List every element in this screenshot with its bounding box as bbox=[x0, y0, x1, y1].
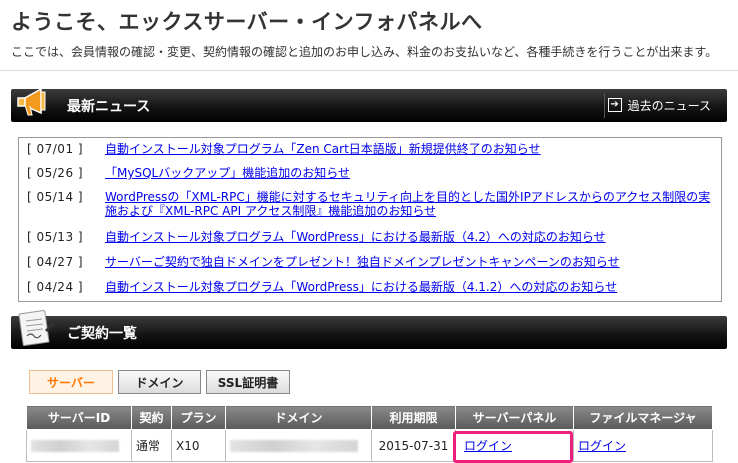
server-panel-login-link[interactable]: ログイン bbox=[464, 439, 512, 453]
news-date: [ 04/24 ] bbox=[27, 280, 84, 294]
redacted-server-id bbox=[31, 440, 119, 452]
contract-document-icon bbox=[18, 309, 55, 347]
page-description: ここでは、会員情報の確認・変更、契約情報の確認と追加のお申し込み、料金のお支払い… bbox=[11, 45, 718, 59]
tab-server[interactable]: サーバー bbox=[29, 370, 113, 394]
news-item: [ 05/14 ] WordPressの「XML-RPC」機能に対するセキュリテ… bbox=[27, 187, 713, 225]
column-header: プラン bbox=[171, 405, 226, 430]
expires-cell: 2015-07-31 bbox=[371, 429, 456, 462]
news-item: [ 04/27 ] サーバーご契約で独自ドメインをプレゼント！独自ドメインプレゼ… bbox=[27, 250, 713, 275]
news-link-line2: 施および『XML-RPC API アクセス制限』機能追加のお知らせ bbox=[105, 204, 437, 218]
contracts-header-bar: ご契約一覧 bbox=[11, 309, 727, 349]
server-panel-cell: ログイン bbox=[455, 429, 574, 462]
megaphone-icon bbox=[17, 87, 46, 116]
domain-cell bbox=[225, 429, 372, 462]
redacted-domain bbox=[230, 440, 358, 452]
news-link[interactable]: 「MySQLバックアップ」機能追加のお知らせ bbox=[105, 166, 350, 187]
news-link[interactable]: WordPressの「XML-RPC」機能に対するセキュリティ向上を目的とした国… bbox=[105, 190, 710, 225]
past-news-button[interactable]: ➔ 過去のニュース bbox=[602, 94, 719, 116]
column-header: サーバーID bbox=[26, 405, 132, 430]
news-link[interactable]: 自動インストール対象プログラム「WordPress」における最新版（4.1.2）… bbox=[105, 280, 617, 300]
column-header: ファイルマネージャ bbox=[573, 405, 713, 430]
news-title: 最新ニュース bbox=[67, 99, 151, 115]
news-item: [ 05/13 ] 自動インストール対象プログラム「WordPress」における… bbox=[27, 225, 713, 250]
column-header: 契約 bbox=[131, 405, 172, 430]
news-item: [ 07/01 ] 自動インストール対象プログラム「Zen Cart日本語版」新… bbox=[27, 142, 713, 164]
file-manager-login-link[interactable]: ログイン bbox=[578, 439, 626, 453]
news-date: [ 04/27 ] bbox=[27, 255, 84, 269]
table-row: 通常 X10 2015-07-31 ログイン ログイン bbox=[26, 429, 713, 462]
news-list: [ 07/01 ] 自動インストール対象プログラム「Zen Cart日本語版」新… bbox=[18, 137, 722, 302]
contract-cell: 通常 bbox=[131, 429, 172, 462]
column-header: 利用期限 bbox=[371, 405, 456, 430]
table-header-row: サーバーID 契約 プラン ドメイン 利用期限 サーバーパネル ファイルマネージ… bbox=[26, 405, 713, 430]
contracts-title: ご契約一覧 bbox=[67, 326, 137, 342]
column-header: ドメイン bbox=[225, 405, 372, 430]
news-date: [ 05/14 ] bbox=[27, 190, 84, 204]
news-link[interactable]: 自動インストール対象プログラム「Zen Cart日本語版」新規提供終了のお知らせ bbox=[105, 142, 541, 164]
tab-ssl[interactable]: SSL証明書 bbox=[206, 370, 290, 394]
news-date: [ 07/01 ] bbox=[27, 142, 84, 156]
external-arrow-icon: ➔ bbox=[607, 98, 622, 112]
news-link[interactable]: 自動インストール対象プログラム「WordPress」における最新版（4.2）への… bbox=[105, 230, 606, 250]
news-link[interactable]: サーバーご契約で独自ドメインをプレゼント！独自ドメインプレゼントキャンペーンのお… bbox=[105, 255, 620, 275]
server-id-cell bbox=[26, 429, 132, 462]
divider bbox=[0, 70, 738, 71]
past-news-label: 過去のニュース bbox=[627, 98, 711, 113]
news-item: [ 05/26 ] 「MySQLバックアップ」機能追加のお知らせ bbox=[27, 164, 713, 187]
contract-table: サーバーID 契約 プラン ドメイン 利用期限 サーバーパネル ファイルマネージ… bbox=[26, 405, 713, 462]
page-title: ようこそ、エックスサーバー・インフォパネルへ bbox=[11, 10, 483, 34]
column-header: サーバーパネル bbox=[455, 405, 574, 430]
news-header-bar: 最新ニュース ➔ 過去のニュース bbox=[11, 87, 727, 122]
file-manager-cell: ログイン bbox=[573, 429, 713, 462]
news-date: [ 05/26 ] bbox=[27, 166, 84, 180]
news-link-line1: WordPressの「XML-RPC」機能に対するセキュリティ向上を目的とした国… bbox=[105, 190, 711, 204]
news-item: [ 04/24 ] 自動インストール対象プログラム「WordPress」における… bbox=[27, 275, 713, 300]
tab-domain[interactable]: ドメイン bbox=[118, 370, 201, 394]
plan-cell: X10 bbox=[171, 429, 226, 462]
news-date: [ 05/13 ] bbox=[27, 230, 84, 244]
contract-table-wrap: サーバーID 契約 プラン ドメイン 利用期限 サーバーパネル ファイルマネージ… bbox=[26, 405, 713, 462]
